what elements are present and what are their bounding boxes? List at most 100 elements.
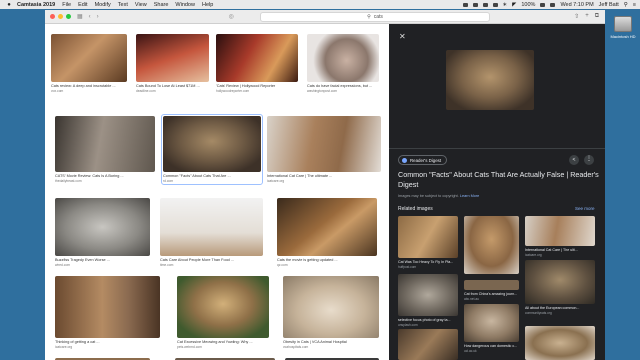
result-tile[interactable]: 'Cats' Review | Hollywood Reporter holly… [216,34,298,93]
result-tile[interactable]: Cats do have facial expressions, but ...… [307,34,379,93]
menu-help[interactable]: Help [202,2,213,8]
close-window-button[interactable] [50,14,55,19]
battery-percent[interactable]: 100% [521,2,535,8]
menu-modify[interactable]: Modify [95,2,111,8]
tabs-overview-icon[interactable]: ⧉ [595,13,599,20]
result-image [160,198,263,256]
menu-view[interactable]: View [135,2,147,8]
related-image [464,280,519,290]
result-tile-selected[interactable]: Common "Facts" About Cats That Are ... r… [161,114,263,185]
share-icon[interactable]: ⇧ [574,13,579,20]
result-source: rd.com [163,179,174,183]
spotlight-icon[interactable]: ⚲ [624,2,628,8]
publisher-chip[interactable]: Reader's Digest [398,155,448,165]
bluetooth-icon[interactable]: ∗ [503,2,508,8]
sidebar-icon[interactable]: ▦ [77,13,83,20]
related-tile[interactable] [464,216,519,274]
related-image [525,216,595,246]
result-tile[interactable]: Obesity in Cats | VCA Animal Hospital vc… [283,276,379,349]
camtasia-recorder-icon[interactable] [462,2,468,7]
apple-menu-icon[interactable]: ● [5,2,13,8]
preview-title[interactable]: Common "Facts" About Cats That Are Actua… [398,170,603,189]
desktop-drive[interactable]: Macintosh HD [609,16,637,39]
result-source: thedailybeast.com [55,179,82,183]
result-tile[interactable]: Cats review: A deep and inscrutable ... … [51,34,127,93]
result-tile[interactable]: Cats Bound To Lose At Least $71M ... dea… [136,34,209,93]
result-source: wired.com [55,263,71,267]
cloud-icon[interactable] [492,2,498,7]
result-image [277,198,377,256]
copyright-note: Images may be subject to copyright. Lear… [398,194,479,198]
menubar-clock[interactable]: Wed 7:10 PM [560,2,593,8]
result-image [267,116,381,172]
result-tile[interactable]: Cat Excessive Meowing and Yowling: Why .… [177,276,269,349]
related-source: ucl.ac.uk [464,349,477,353]
result-source: qz.com [277,263,288,267]
wifi-icon[interactable]: ◤ [512,2,516,8]
back-icon[interactable]: ‹ [89,14,91,20]
menu-share[interactable]: Share [154,2,169,8]
menu-file[interactable]: File [62,2,71,8]
menu-text[interactable]: Text [118,2,128,8]
menu-window[interactable]: Window [175,2,195,8]
address-bar[interactable]: ⚲ cats [260,12,490,22]
close-icon[interactable]: ✕ [399,32,406,41]
learn-more-link[interactable]: Learn More [460,194,479,198]
image-preview-panel: ✕ Reader's Digest < ⋮ Common "Facts" Abo… [389,24,605,360]
battery-icon[interactable] [540,2,546,7]
result-tile[interactable]: Thinking of getting a cat ... icatcare.o… [55,276,160,349]
result-tile[interactable]: Cats the movie is getting updated ... qz… [277,198,377,267]
more-options-icon[interactable]: ⋮ [584,155,594,165]
preview-image[interactable] [446,50,534,110]
minimize-window-button[interactable] [58,14,63,19]
related-tile[interactable] [398,329,458,360]
related-source: communitycats.org [525,311,552,315]
related-caption: International Cat Care | The ulti... [525,248,578,252]
related-tile[interactable]: All about the European common... communi… [525,260,595,315]
result-image [136,34,209,82]
drive-label: Macintosh HD [610,34,636,39]
result-source: hollywoodreporter.com [216,89,250,93]
result-caption: International Cat Care | The ultimate ..… [267,174,333,178]
related-tile[interactable]: How dangerous can domestic c... ucl.ac.u… [464,304,519,353]
result-source: vcahospitals.com [283,345,309,349]
menu-edit[interactable]: Edit [78,2,87,8]
privacy-icon[interactable]: ◎ [229,13,234,20]
result-tile[interactable]: International Cat Care | The ultimate ..… [267,116,381,183]
input-flag-icon[interactable] [550,2,556,7]
forward-icon[interactable]: › [97,14,99,20]
result-tile[interactable]: Cats Care About People More Than Food ..… [160,198,263,267]
result-caption: Cats review: A deep and inscrutable ... [51,84,116,88]
related-tile[interactable]: Cat from China's amazing journ... abc.ne… [464,280,519,301]
related-source: unsplash.com [398,323,418,327]
related-tile[interactable]: International Cat Care | The ulti... ica… [525,216,595,257]
app-status-icon[interactable] [482,2,488,7]
result-image [216,34,298,82]
result-source: time.com [160,263,174,267]
copyright-text: Images may be subject to copyright. [398,194,459,198]
share-icon[interactable]: < [569,155,579,165]
see-more-link[interactable]: See more [575,206,595,211]
result-image [55,116,155,172]
related-image [464,216,519,274]
zoom-window-button[interactable] [66,14,71,19]
window-controls [50,14,71,19]
result-tile[interactable]: Buzzfiss Tragedy Even Worse ... wired.co… [55,198,150,267]
related-tile[interactable] [525,326,595,360]
result-caption: Cats do have facial expressions, but ... [307,84,373,88]
result-caption: CATS' Movie Review: Cats Is A Boring ... [55,174,124,178]
related-image [525,260,595,304]
notification-center-icon[interactable]: ≡ [633,2,636,8]
related-tile[interactable]: Cat Was Too Heavy To Fly In Pla... huffp… [398,216,458,269]
related-source: huffpost.com [398,265,417,269]
related-tile[interactable]: selective focus photo of gray ta... unsp… [398,274,458,327]
browser-window: ▦ ‹ › ◎ ⚲ cats ⇧ + ⧉ Cats review: A deep… [45,10,605,360]
dropbox-icon[interactable] [472,2,478,7]
result-tile[interactable]: CATS' Movie Review: Cats Is A Boring ...… [55,116,155,183]
related-caption: selective focus photo of gray ta... [398,318,451,322]
menubar-user[interactable]: Jeff Batt [599,2,619,8]
result-source: vox.com [51,89,64,93]
status-area: ∗ ◤ 100% Wed 7:10 PM Jeff Batt ⚲ ≡ [462,2,640,8]
menu-app-name[interactable]: Camtasia 2019 [17,2,55,8]
add-tab-icon[interactable]: + [585,13,589,20]
